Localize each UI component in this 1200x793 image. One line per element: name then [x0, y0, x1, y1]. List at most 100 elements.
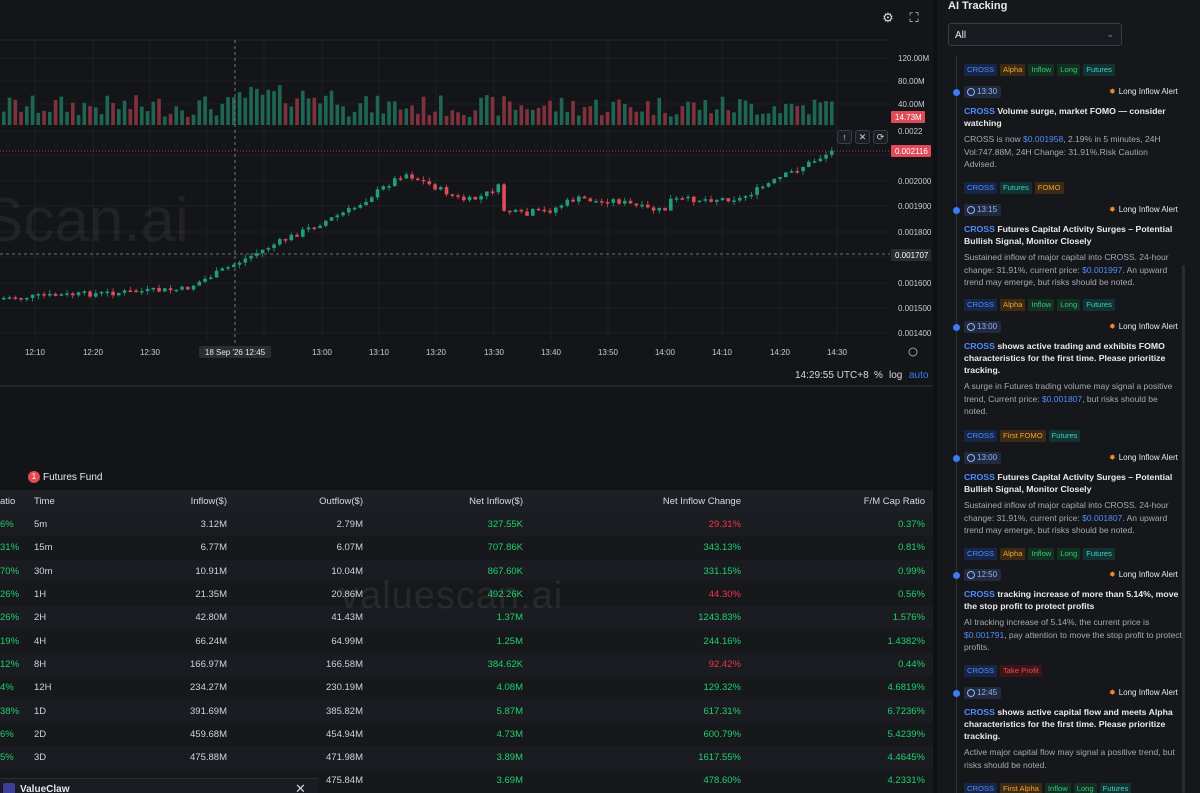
price-axis-label: 0.001500 [898, 304, 932, 313]
price-link[interactable]: $0.001791 [964, 630, 1004, 640]
candle [646, 204, 650, 208]
volume-bar [255, 88, 259, 125]
tag-futures[interactable]: Futures [1099, 783, 1132, 793]
price-link[interactable]: $0.001807 [1042, 394, 1082, 404]
candle [249, 255, 253, 259]
tag-long[interactable]: Long [1073, 783, 1097, 793]
price-chart[interactable]: 120.00M 80.00M 40.00M 0.0022 0.002000 0.00190… [0, 0, 933, 385]
tag-cross[interactable]: CROSS [964, 430, 998, 442]
tag-inflow[interactable]: Inflow [1028, 299, 1055, 311]
table-cell-change: 331.15% [531, 559, 749, 583]
tag-inflow[interactable]: Inflow [1028, 64, 1055, 76]
scrollbar[interactable] [1182, 265, 1185, 793]
alert-title[interactable]: CROSS Volume surge, market FOMO — consid… [964, 105, 1179, 129]
alert-title[interactable]: CROSS shows active capital flow and meet… [964, 706, 1179, 742]
coin-link[interactable]: CROSS [964, 106, 995, 116]
flame-icon: ✸ [1109, 453, 1116, 462]
tag-alpha[interactable]: Alpha [1000, 548, 1026, 560]
tag-long[interactable]: Long [1057, 299, 1081, 311]
close-icon[interactable]: ✕ [295, 781, 306, 793]
percent-toggle[interactable]: % [874, 370, 883, 381]
tag-futures[interactable]: Futures [1083, 299, 1115, 311]
tag-alpha[interactable]: Alpha [1000, 299, 1026, 311]
candle [738, 197, 742, 201]
tag-long[interactable]: Long [1057, 548, 1081, 560]
tag-inflow[interactable]: Inflow [1028, 548, 1055, 560]
log-toggle[interactable]: log [889, 370, 902, 381]
tag-fomo[interactable]: FOMO [1034, 182, 1064, 194]
tag-cross[interactable]: CROSS [964, 783, 998, 793]
coin-link[interactable]: CROSS [964, 589, 995, 599]
price-link[interactable]: $0.001997 [1082, 265, 1122, 275]
tag-futures[interactable]: Futures [1083, 548, 1115, 560]
tag-first-alpha[interactable]: First Alpha [1000, 783, 1042, 793]
tag-cross[interactable]: CROSS [964, 64, 998, 76]
price-link[interactable]: $0.001958 [1023, 134, 1063, 144]
panel-divider[interactable] [0, 385, 933, 387]
scroll-up-icon[interactable]: ↑ [837, 130, 852, 144]
tag-first-fomo[interactable]: First FOMO [1000, 430, 1046, 442]
column-header: F/M Cap Ratio [749, 490, 933, 513]
candle [19, 297, 23, 300]
volume-bar [324, 95, 328, 125]
valueclaw-bar[interactable]: ValueClaw ✕ [0, 778, 318, 793]
volume-bar [772, 106, 777, 125]
filter-select[interactable]: All ⌄ [948, 23, 1122, 46]
candle [36, 294, 41, 296]
table-cell-outflow: 166.58M [235, 652, 371, 677]
flame-icon: ✸ [1109, 570, 1116, 579]
alert-title[interactable]: CROSS Futures Capital Activity Surges – … [964, 471, 1179, 495]
tag-cross[interactable]: CROSS [964, 548, 998, 560]
candle [347, 208, 351, 213]
time-axis-label: 13:50 [598, 348, 619, 357]
candle [531, 208, 535, 216]
candle [260, 249, 265, 254]
candle [663, 207, 667, 211]
volume-bar [559, 97, 564, 125]
candle [588, 198, 593, 202]
tag-futures[interactable]: Futures [1000, 182, 1032, 194]
tag-cross[interactable]: CROSS [964, 665, 998, 677]
tag-take-profit[interactable]: Take Profit [1000, 665, 1042, 677]
candle [65, 293, 69, 295]
alert-title-text: Futures Capital Activity Surges – Potent… [964, 472, 1173, 494]
fullscreen-icon[interactable]: ⛶ [906, 10, 922, 26]
volume-bar [726, 110, 731, 125]
reset-chart-icon[interactable]: ⟳ [873, 130, 888, 144]
tag-inflow[interactable]: Inflow [1044, 783, 1071, 793]
timeline-dot [953, 324, 960, 331]
alert-title[interactable]: CROSS Futures Capital Activity Surges – … [964, 223, 1179, 247]
table-cell-lead: 26% [0, 582, 28, 607]
coin-link[interactable]: CROSS [964, 341, 995, 351]
alert-label: ✸ Long Inflow Alert [1109, 322, 1178, 331]
tag-futures[interactable]: Futures [1048, 430, 1081, 442]
tag-alpha[interactable]: Alpha [1000, 64, 1026, 76]
candle [243, 258, 248, 263]
chart-canvas[interactable]: 120.00M 80.00M 40.00M 0.0022 0.002000 0.00190… [0, 0, 933, 385]
candle [651, 207, 656, 211]
coin-link[interactable]: CROSS [964, 224, 995, 234]
volume-bar [801, 105, 805, 125]
tag-futures[interactable]: Futures [1083, 64, 1115, 76]
auto-toggle[interactable]: auto [909, 370, 928, 381]
indicator-settings-icon[interactable]: ⚙ [880, 10, 896, 26]
collapse-icon[interactable]: ✕ [855, 130, 870, 144]
coin-link[interactable]: CROSS [964, 707, 995, 717]
volume-bar [669, 116, 673, 125]
table-cell-outflow: 41.43M [235, 606, 371, 630]
alert-title[interactable]: CROSS tracking increase of more than 5.1… [964, 588, 1179, 612]
price-link[interactable]: $0.001807 [1082, 513, 1122, 523]
coin-link[interactable]: CROSS [964, 472, 995, 482]
alert-description: Active major capital flow may signal a p… [964, 746, 1182, 771]
candle [335, 215, 340, 218]
tag-cross[interactable]: CROSS [964, 299, 998, 311]
flame-icon: ✸ [1109, 322, 1116, 331]
tag-long[interactable]: Long [1057, 64, 1081, 76]
alert-title[interactable]: CROSS shows active trading and exhibits … [964, 340, 1179, 376]
alert-label: ✸ Long Inflow Alert [1109, 453, 1178, 462]
volume-bar [266, 89, 271, 125]
table-cell-time: 2D [28, 722, 138, 746]
candle [784, 172, 788, 178]
tag-cross[interactable]: CROSS [964, 182, 998, 194]
volume-bar [807, 114, 811, 125]
